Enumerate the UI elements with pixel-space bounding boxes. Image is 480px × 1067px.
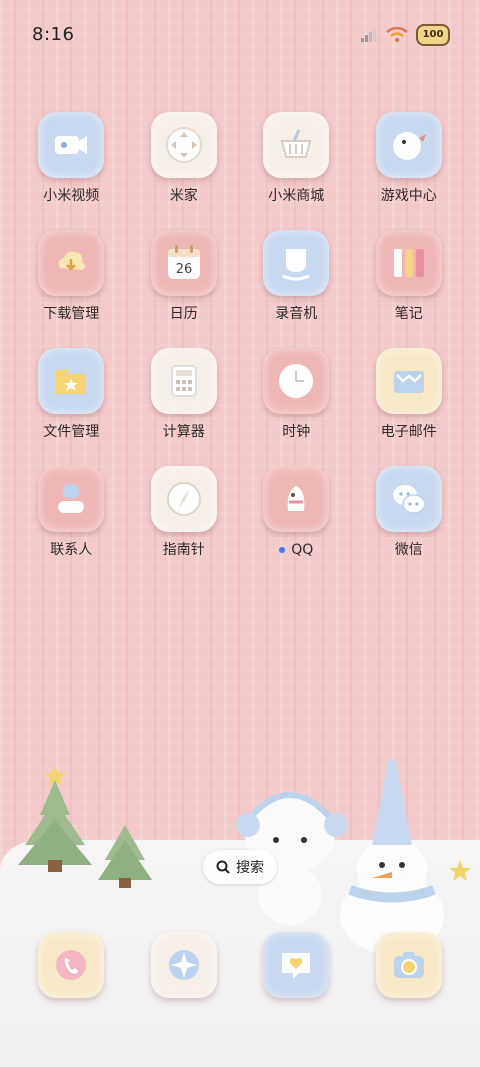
home-screen: 8:16 100 小米视频 米家 小米商城 游戏中心 下载管理 26 日历 录音… <box>0 0 480 1067</box>
camera-icon <box>375 932 442 998</box>
app-qq[interactable]: QQ <box>240 466 353 560</box>
dock-messages[interactable] <box>240 932 353 998</box>
recorder-icon <box>263 230 330 296</box>
cloud-download-icon <box>38 230 105 296</box>
dock <box>15 932 465 998</box>
wechat-bubbles-icon <box>375 466 442 532</box>
small-tree-icon <box>98 825 152 888</box>
app-label: 微信 <box>394 542 423 558</box>
app-label: 计算器 <box>162 424 205 440</box>
winter-scene-illustration <box>0 760 480 1067</box>
app-mijia[interactable]: 米家 <box>128 112 241 206</box>
status-time: 8:16 <box>32 24 75 45</box>
app-label: 联系人 <box>50 542 93 558</box>
app-label: 小米商城 <box>268 188 325 204</box>
calendar-icon: 26 <box>150 230 217 296</box>
app-label: 文件管理 <box>43 424 100 440</box>
app-email[interactable]: 电子邮件 <box>353 348 466 442</box>
shopping-basket-icon <box>263 112 330 178</box>
app-game-center[interactable]: 游戏中心 <box>353 112 466 206</box>
game-bird-icon <box>375 112 442 178</box>
app-grid: 小米视频 米家 小米商城 游戏中心 下载管理 26 日历 录音机 笔记 文件管理… <box>15 112 465 560</box>
app-label-text: QQ <box>291 542 314 558</box>
app-label: 下载管理 <box>43 306 100 322</box>
calendar-day: 26 <box>175 262 192 277</box>
signal-icon <box>361 29 376 42</box>
app-mi-video[interactable]: 小米视频 <box>15 112 128 206</box>
app-downloads[interactable]: 下载管理 <box>15 230 128 324</box>
app-compass[interactable]: 指南针 <box>128 466 241 560</box>
app-mi-store[interactable]: 小米商城 <box>240 112 353 206</box>
snowman-icon <box>340 760 444 955</box>
notebook-icon <box>375 230 442 296</box>
dock-browser[interactable] <box>128 932 241 998</box>
app-file-manager[interactable]: 文件管理 <box>15 348 128 442</box>
phone-icon <box>38 932 105 998</box>
browser-globe-icon <box>150 932 217 998</box>
dpad-icon <box>150 112 217 178</box>
mail-icon <box>375 348 442 414</box>
app-recorder[interactable]: 录音机 <box>240 230 353 324</box>
app-label: 笔记 <box>394 306 423 322</box>
app-clock[interactable]: 时钟 <box>240 348 353 442</box>
star-icon <box>449 860 471 881</box>
app-label: QQ <box>279 540 313 560</box>
app-label: 指南针 <box>162 542 205 558</box>
folder-star-icon <box>38 348 105 414</box>
calculator-icon <box>150 348 217 414</box>
app-label: 录音机 <box>275 306 318 322</box>
app-label: 游戏中心 <box>380 188 437 204</box>
search-icon <box>216 860 230 874</box>
contact-person-icon <box>38 466 105 532</box>
app-calculator[interactable]: 计算器 <box>128 348 241 442</box>
app-label: 电子邮件 <box>380 424 437 440</box>
dock-phone[interactable] <box>15 932 128 998</box>
new-notification-dot <box>279 547 286 553</box>
app-wechat[interactable]: 微信 <box>353 466 466 560</box>
app-label: 日历 <box>169 306 198 322</box>
compass-icon <box>150 466 217 532</box>
status-icons: 100 <box>360 24 450 46</box>
video-camera-icon <box>38 112 105 178</box>
dock-camera[interactable] <box>353 932 466 998</box>
christmas-tree-icon <box>18 765 92 872</box>
status-bar: 8:16 100 <box>0 0 480 64</box>
app-calendar[interactable]: 26 日历 <box>128 230 241 324</box>
app-contacts[interactable]: 联系人 <box>15 466 128 560</box>
search-button[interactable]: 搜索 <box>203 850 277 884</box>
app-label: 时钟 <box>282 424 311 440</box>
message-heart-icon <box>263 932 330 998</box>
wifi-icon <box>386 27 408 42</box>
search-label: 搜索 <box>236 860 264 876</box>
battery-icon: 100 <box>416 24 450 46</box>
qq-penguin-icon <box>263 466 330 532</box>
clock-icon <box>263 348 330 414</box>
app-notes[interactable]: 笔记 <box>353 230 466 324</box>
app-label: 米家 <box>169 188 198 204</box>
app-label: 小米视频 <box>43 188 100 204</box>
